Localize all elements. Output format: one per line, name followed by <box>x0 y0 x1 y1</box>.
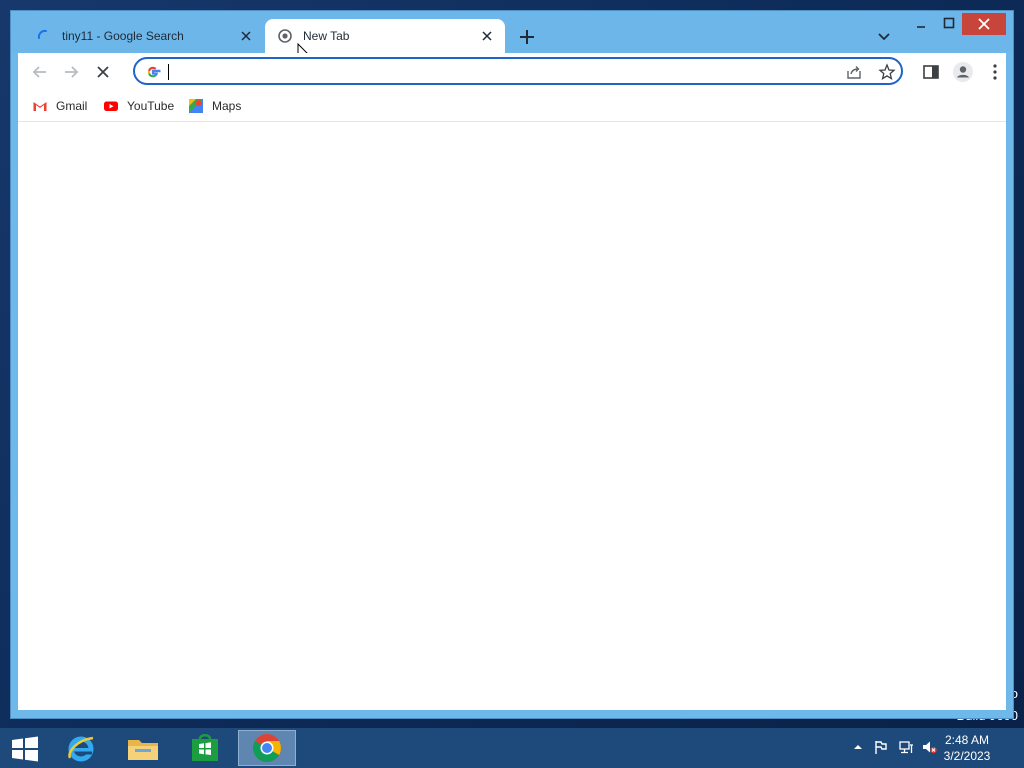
new-tab-plus-icon[interactable] <box>517 27 537 47</box>
tab-close-icon[interactable] <box>238 28 254 44</box>
bookmark-label: YouTube <box>127 99 175 113</box>
share-icon[interactable] <box>845 63 863 81</box>
maps-icon <box>189 99 203 113</box>
bookmark-gmail[interactable]: Gmail <box>32 96 87 116</box>
google-g-icon <box>147 66 161 78</box>
show-hidden-icons-icon[interactable] <box>850 739 866 755</box>
bookmark-star-icon[interactable] <box>878 63 896 81</box>
clock-date: 3/2/2023 <box>943 749 991 763</box>
back-arrow-icon[interactable] <box>29 61 51 83</box>
bookmark-label: Maps <box>212 99 242 113</box>
tab-title: tiny11 - Google Search <box>62 29 184 43</box>
address-input[interactable] <box>171 62 811 82</box>
bookmark-maps[interactable]: Maps <box>188 96 241 116</box>
bookmark-youtube[interactable]: YouTube <box>103 96 174 116</box>
stop-loading-icon[interactable] <box>92 61 114 83</box>
loading-spinner-icon <box>37 29 47 39</box>
network-icon[interactable] <box>898 739 914 755</box>
maximize-icon[interactable] <box>936 13 962 35</box>
text-caret <box>168 64 169 80</box>
tab-title: New Tab <box>303 29 350 43</box>
side-panel-icon[interactable] <box>920 61 942 83</box>
loading-throbber-icon <box>278 29 292 43</box>
windows-start-icon[interactable] <box>10 736 40 762</box>
chrome-window: tiny11 - Google Search New Tab Gmail You… <box>11 11 1013 718</box>
taskbar-internet-explorer[interactable] <box>52 730 110 766</box>
tab-strip: tiny11 - Google Search New Tab <box>11 11 1013 64</box>
forward-arrow-icon[interactable] <box>60 61 82 83</box>
chrome-icon <box>253 734 281 762</box>
file-explorer-icon <box>128 740 158 760</box>
tab-close-icon[interactable] <box>479 28 495 44</box>
more-menu-icon[interactable] <box>984 61 1006 83</box>
page-content[interactable] <box>18 122 1006 710</box>
bookmark-label: Gmail <box>56 99 88 113</box>
youtube-icon <box>104 101 118 111</box>
address-bar[interactable] <box>133 57 903 85</box>
tab-google-search[interactable]: tiny11 - Google Search <box>24 19 264 53</box>
tab-search-chevron-icon[interactable] <box>875 27 893 45</box>
minimize-icon[interactable] <box>908 13 934 35</box>
window-close-icon[interactable] <box>962 13 1006 35</box>
profile-avatar-icon[interactable] <box>952 61 974 83</box>
store-icon <box>192 734 218 761</box>
taskbar: 2:48 AM 3/2/2023 <box>0 728 1024 768</box>
gmail-icon <box>33 102 47 111</box>
clock-time: 2:48 AM <box>944 733 990 747</box>
taskbar-store[interactable] <box>176 730 234 766</box>
taskbar-chrome[interactable] <box>238 730 296 766</box>
action-center-flag-icon[interactable] <box>873 739 889 755</box>
taskbar-file-explorer[interactable] <box>114 730 172 766</box>
browser-toolbar <box>18 53 1006 91</box>
internet-explorer-icon <box>68 736 94 762</box>
system-clock[interactable]: 2:48 AM 3/2/2023 <box>932 732 1002 764</box>
bookmarks-bar: Gmail YouTube Maps <box>18 91 1006 122</box>
